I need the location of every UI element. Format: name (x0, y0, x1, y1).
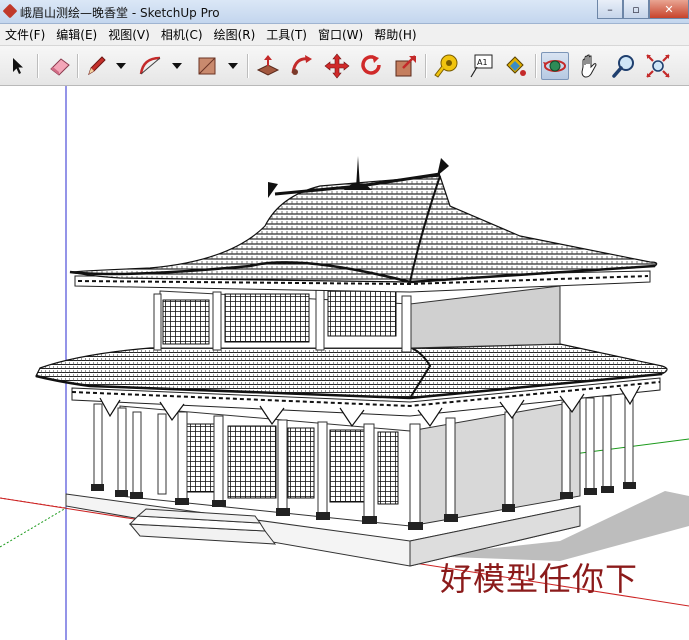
toolbar-separator (535, 54, 537, 78)
upper-window (327, 285, 397, 337)
toolbar-separator (77, 54, 79, 78)
menu-view[interactable]: 视图(V) (103, 26, 156, 43)
arc-tool-dropdown[interactable] (172, 60, 182, 72)
window-controls: – ▫ ✕ (597, 0, 689, 20)
paint-bucket-tool-button[interactable] (501, 52, 529, 80)
push-pull-icon (256, 55, 280, 76)
select-tool-button[interactable] (4, 52, 32, 80)
text-tool-glyph: A1 (477, 58, 488, 67)
rotate-icon (361, 55, 381, 75)
push-pull-tool-button[interactable] (254, 52, 282, 80)
hand-icon (581, 54, 597, 78)
arc-icon (139, 56, 161, 75)
upper-roof (69, 175, 658, 283)
eraser-tool-button[interactable] (46, 52, 74, 80)
menu-window[interactable]: 窗口(W) (313, 26, 369, 43)
upper-window (224, 293, 310, 343)
menu-bar: 文件(F) 编辑(E) 视图(V) 相机(C) 绘图(R) 工具(T) 窗口(W… (0, 24, 689, 46)
pan-tool-button[interactable] (576, 52, 604, 80)
minimize-button[interactable]: – (597, 0, 623, 19)
zoom-extents-icon (646, 54, 670, 78)
toolbar-separator (37, 54, 39, 78)
magnifier-icon (612, 55, 634, 78)
orbit-tool-button[interactable] (541, 52, 569, 80)
arrow-icon (13, 58, 23, 74)
paint-bucket-icon (506, 56, 526, 76)
chevron-down-icon (172, 63, 182, 69)
maximize-button[interactable]: ▫ (623, 0, 649, 19)
window-title: 峨眉山测绘—晚香堂 - SketchUp Pro (20, 6, 220, 20)
rectangle-tool-button[interactable] (193, 52, 221, 80)
text-tool-button[interactable]: A1 (467, 52, 495, 80)
zoom-extents-tool-button[interactable] (644, 52, 672, 80)
main-toolbar: A1 (0, 46, 689, 86)
chevron-down-icon (116, 63, 126, 69)
move-tool-button[interactable] (323, 52, 351, 80)
tape-measure-icon (434, 54, 458, 78)
tape-measure-tool-button[interactable] (432, 52, 460, 80)
move-icon (324, 53, 350, 79)
rectangle-tool-dropdown[interactable] (228, 60, 238, 72)
watermark-text: 好模型任你下 (440, 560, 639, 598)
menu-help[interactable]: 帮助(H) (369, 26, 422, 43)
close-button[interactable]: ✕ (649, 0, 689, 19)
upper-window (162, 299, 210, 345)
model-viewport[interactable]: 好模型任你下 (0, 86, 689, 640)
menu-file[interactable]: 文件(F) (0, 26, 51, 43)
line-tool-dropdown[interactable] (116, 60, 126, 72)
temple-model (35, 156, 689, 567)
rectangle-icon (198, 57, 216, 75)
arc-tool-button[interactable] (137, 52, 165, 80)
menu-draw[interactable]: 绘图(R) (209, 26, 262, 43)
scale-icon (395, 55, 416, 77)
eraser-icon (50, 58, 70, 76)
toolbar-separator (425, 54, 427, 78)
text-icon: A1 (470, 54, 493, 78)
menu-tools[interactable]: 工具(T) (261, 26, 313, 43)
rotate-tool-button[interactable] (357, 52, 385, 80)
menu-camera[interactable]: 相机(C) (156, 26, 209, 43)
ridge-ornament (437, 158, 449, 176)
line-tool-button[interactable] (82, 52, 110, 80)
menu-edit[interactable]: 编辑(E) (51, 26, 103, 43)
follow-me-icon (291, 55, 312, 75)
zoom-tool-button[interactable] (610, 52, 638, 80)
sketchup-app-icon (2, 3, 18, 19)
scale-tool-button[interactable] (392, 52, 420, 80)
upper-side-wall (409, 285, 561, 349)
follow-me-tool-button[interactable] (288, 52, 316, 80)
toolbar-separator (247, 54, 249, 78)
pencil-icon (88, 56, 106, 76)
orbit-icon (543, 60, 566, 72)
side-wall (409, 400, 581, 527)
chevron-down-icon (228, 63, 238, 69)
title-bar: 峨眉山测绘—晚香堂 - SketchUp Pro – ▫ ✕ (0, 0, 689, 24)
